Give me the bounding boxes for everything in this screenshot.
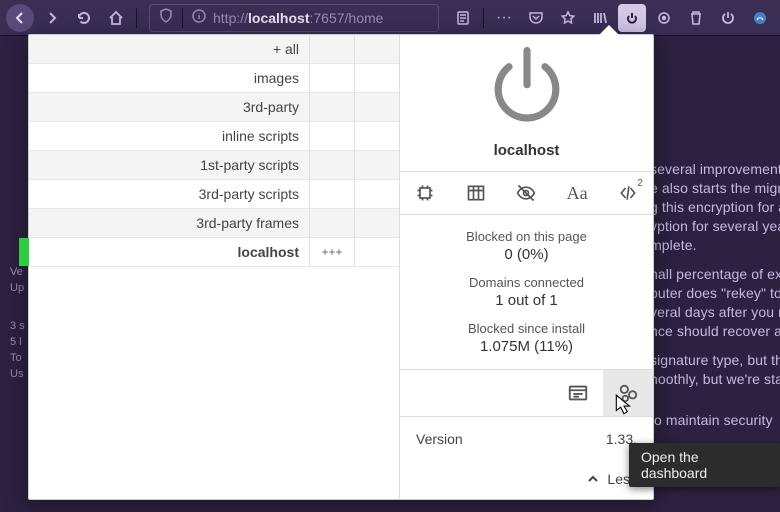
- fw-row-inline-scripts[interactable]: inline scripts: [29, 122, 399, 151]
- domains-label: Domains connected: [400, 275, 653, 290]
- ublock-popup: + all images 3rd-party inline scripts 1s…: [28, 34, 654, 500]
- element-picker-icon[interactable]: [451, 172, 502, 214]
- url-bar[interactable]: http://localhost:7657/home: [149, 4, 439, 32]
- power-icon: [482, 39, 572, 134]
- fw-row-localhost[interactable]: localhost +++: [29, 238, 399, 267]
- dashboard-icon[interactable]: [603, 370, 653, 416]
- footer-row: Version 1.33.: [400, 417, 653, 461]
- info-icon[interactable]: [191, 8, 207, 27]
- separator: [182, 8, 183, 28]
- version-label: Version: [416, 431, 463, 447]
- blocked-page-value: 0 (0%): [400, 246, 653, 263]
- tooltip: Open the dashboard: [629, 443, 780, 487]
- main-pane: localhost Aa 2 Blocked on this page 0 (0…: [400, 35, 653, 499]
- fw-row-1st-scripts[interactable]: 1st-party scripts: [29, 151, 399, 180]
- extension-icon-2[interactable]: [746, 4, 774, 32]
- blocked-install-value: 1.075M (11%): [400, 338, 653, 355]
- popup-arrow: [599, 25, 619, 35]
- actions-row: [400, 370, 653, 417]
- page-actions-icon[interactable]: ···: [490, 4, 518, 32]
- zap-element-icon[interactable]: [400, 172, 451, 214]
- stats-section: Blocked on this page 0 (0%) Domains conn…: [400, 215, 653, 370]
- bookmark-star-icon[interactable]: [554, 4, 582, 32]
- reload-button[interactable]: [70, 4, 98, 32]
- pocket-icon[interactable]: [522, 4, 550, 32]
- fw-row-all[interactable]: + all: [29, 35, 399, 64]
- logger-icon[interactable]: [553, 370, 603, 416]
- power-icon[interactable]: [714, 4, 742, 32]
- home-button[interactable]: [102, 4, 130, 32]
- devtools-badge: 2: [637, 178, 643, 189]
- ublock-extension-icon[interactable]: [618, 4, 646, 32]
- power-toggle[interactable]: localhost: [400, 35, 653, 171]
- reader-mode-icon[interactable]: [449, 4, 477, 32]
- fw-row-3rd-frames[interactable]: 3rd-party frames: [29, 209, 399, 238]
- devtools-icon[interactable]: 2: [602, 172, 653, 214]
- firewall-pane: + all images 3rd-party inline scripts 1s…: [29, 35, 400, 499]
- forward-button[interactable]: [38, 4, 66, 32]
- blocked-page-label: Blocked on this page: [400, 229, 653, 244]
- extension-icon-1[interactable]: [650, 4, 678, 32]
- trash-icon[interactable]: [682, 4, 710, 32]
- shield-icon: [158, 8, 174, 27]
- separator: [136, 8, 137, 28]
- less-toggle[interactable]: Less: [400, 461, 653, 499]
- fw-row-3rd-scripts[interactable]: 3rd-party scripts: [29, 180, 399, 209]
- blocked-install-label: Blocked since install: [400, 321, 653, 336]
- font-size-icon[interactable]: Aa: [552, 172, 603, 214]
- hostname-label: localhost: [494, 142, 560, 159]
- chevron-up-icon: [587, 473, 599, 485]
- browser-toolbar: http://localhost:7657/home ···: [0, 0, 780, 36]
- fw-row-3rdparty[interactable]: 3rd-party: [29, 93, 399, 122]
- back-button[interactable]: [6, 4, 34, 32]
- block-element-icon[interactable]: [501, 172, 552, 214]
- fw-row-images[interactable]: images: [29, 64, 399, 93]
- domains-value: 1 out of 1: [400, 292, 653, 309]
- url-text: http://localhost:7657/home: [213, 10, 383, 26]
- tools-row: Aa 2: [400, 171, 653, 215]
- separator: [483, 8, 484, 28]
